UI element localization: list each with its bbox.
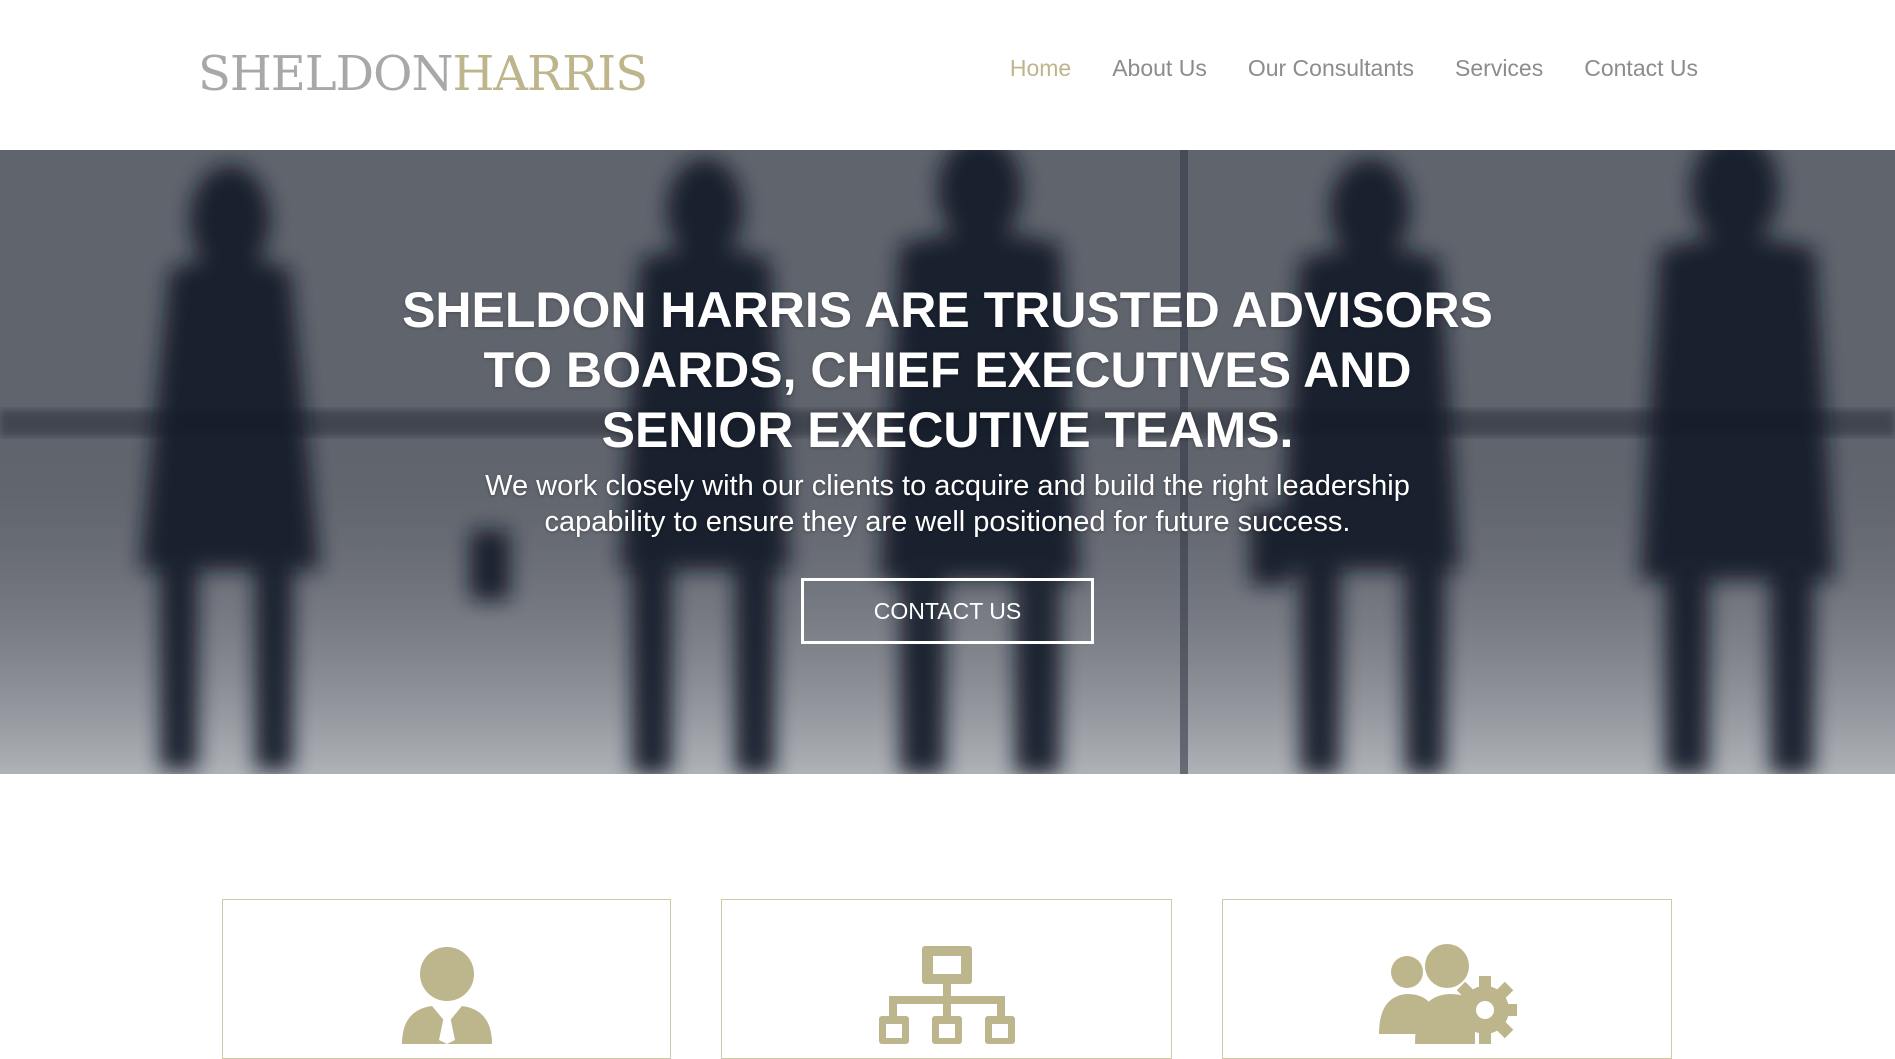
hero-subtitle: We work closely with our clients to acqu… (485, 470, 1410, 538)
feature-card[interactable] (1222, 899, 1672, 1059)
hero-banner: SHELDON HARRIS ARE TRUSTED ADVISORS TO B… (0, 150, 1895, 774)
logo-text-harris: HARRIS (452, 46, 649, 102)
nav-home[interactable]: Home (1010, 55, 1071, 82)
nav-our-consultants[interactable]: Our Consultants (1248, 55, 1414, 82)
businessman-icon (401, 947, 492, 1044)
org-chart-icon (878, 946, 1015, 1044)
site-header: SHELDONHARRIS Home About Us Our Consulta… (0, 0, 1895, 150)
nav-services[interactable]: Services (1455, 55, 1543, 82)
nav-about-us[interactable]: About Us (1112, 55, 1207, 82)
hero-content: SHELDON HARRIS ARE TRUSTED ADVISORS TO B… (0, 280, 1895, 644)
logo-text-sheldon: SHELDON (198, 46, 453, 102)
nav-contact-us[interactable]: Contact Us (1584, 55, 1698, 82)
feature-card[interactable] (721, 899, 1172, 1059)
site-logo[interactable]: SHELDONHARRIS (198, 46, 649, 102)
feature-card[interactable] (222, 899, 671, 1059)
feature-cards (0, 899, 1895, 1059)
team-settings-icon (1379, 944, 1517, 1044)
hero-title: SHELDON HARRIS ARE TRUSTED ADVISORS TO B… (402, 282, 1493, 458)
contact-us-button[interactable]: CONTACT US (801, 578, 1094, 644)
main-nav: Home About Us Our Consultants Services C… (1010, 55, 1698, 82)
